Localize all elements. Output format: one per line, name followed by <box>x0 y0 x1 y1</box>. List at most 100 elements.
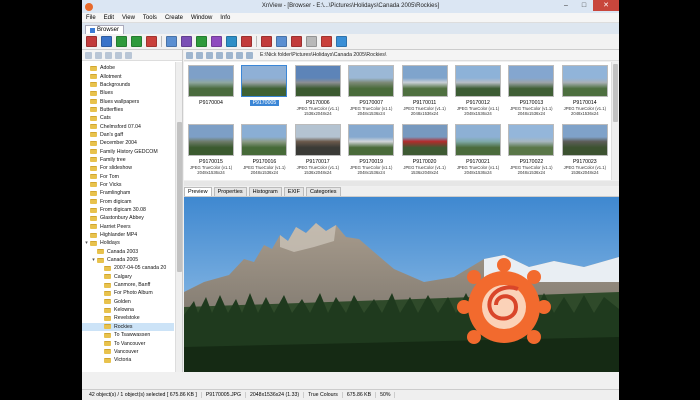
printer-icon[interactable] <box>146 36 157 47</box>
folder-item[interactable]: Vancouver <box>82 348 174 356</box>
thumbnail-item[interactable]: P9170005 <box>239 63 289 123</box>
tab-histogram[interactable]: Histogram <box>248 187 282 196</box>
tag-icon[interactable] <box>236 51 243 59</box>
sort-icon[interactable] <box>216 51 223 59</box>
settings-icon[interactable] <box>321 36 332 47</box>
thumbnail-scrollbar[interactable] <box>611 62 619 180</box>
folder-item[interactable]: Family History GEDCOM <box>82 147 174 155</box>
green-arrow-icon[interactable] <box>131 36 142 47</box>
screen-icon[interactable] <box>276 36 287 47</box>
folder-item[interactable]: Calgary <box>82 273 174 281</box>
menu-create[interactable]: Create <box>165 15 183 21</box>
folder-item[interactable]: Canada 2003 <box>82 248 174 256</box>
close-button[interactable]: ✕ <box>593 0 619 11</box>
folder-item[interactable]: Glastonbury Abbey <box>82 214 174 222</box>
refresh-icon[interactable] <box>115 51 122 59</box>
tab-categories[interactable]: Categories <box>305 187 341 196</box>
folder-item[interactable]: For Photo Album <box>82 289 174 297</box>
folder-item[interactable]: Kelowna <box>82 306 174 314</box>
help-icon[interactable] <box>336 36 347 47</box>
tab-browser[interactable]: Browser <box>85 25 125 34</box>
menu-view[interactable]: View <box>122 15 135 21</box>
menu-tools[interactable]: Tools <box>143 15 157 21</box>
folder-item[interactable]: From digicam 30.08 <box>82 206 174 214</box>
thumbnail-item[interactable]: P9170020 JPEG TrueColor (v1.1) 1536x2048x2… <box>400 122 450 182</box>
thumbnail-item[interactable]: P9170019 JPEG TrueColor (v1.1) 2048x1536x2… <box>346 122 396 182</box>
folder-item[interactable]: December 2004 <box>82 139 174 147</box>
folder-item[interactable]: Canmore, Banff <box>82 281 174 289</box>
menu-info[interactable]: Info <box>220 15 230 21</box>
thumbnail-item[interactable]: P9170015 JPEG TrueColor (v1.1) 2048x1536x2… <box>186 122 236 182</box>
folder-item[interactable]: To Vancouver <box>82 339 174 347</box>
thumbnail-item[interactable]: P9170006 JPEG TrueColor (v1.1) 1536x2048x2… <box>293 63 343 123</box>
folder-item[interactable]: Golden <box>82 298 174 306</box>
expander-icon[interactable]: ▾ <box>91 257 96 263</box>
folder-item[interactable]: Revelstoke <box>82 314 174 322</box>
thumbnail-item[interactable]: P9170017 JPEG TrueColor (v1.1) 1536x2048x2… <box>293 122 343 182</box>
folder-item[interactable]: To Tsawwassen <box>82 331 174 339</box>
list-icon[interactable] <box>181 36 192 47</box>
thumbnail-item[interactable]: P9170022 JPEG TrueColor (v1.1) 2048x1536x2… <box>506 122 556 182</box>
image-icon[interactable] <box>196 36 207 47</box>
folder-item[interactable]: ▾ Holidays <box>82 239 174 247</box>
folder-item[interactable]: 2007-04-05 canada 20 <box>82 264 174 272</box>
menu-window[interactable]: Window <box>191 15 212 21</box>
folder-item[interactable]: Framlingham <box>82 189 174 197</box>
folder-item[interactable]: Allotment <box>82 72 174 80</box>
folder-item[interactable]: Cats <box>82 114 174 122</box>
thumbnail-item[interactable]: P9170004 <box>186 63 236 123</box>
folder-item[interactable]: Harriet Peers <box>82 223 174 231</box>
tab-preview[interactable]: Preview <box>184 187 212 196</box>
back-icon[interactable] <box>85 51 92 59</box>
clock-icon[interactable] <box>306 36 317 47</box>
folder-tree-scroll-thumb[interactable] <box>177 122 182 272</box>
email-icon[interactable] <box>226 36 237 47</box>
thumbnail-scroll-thumb[interactable] <box>613 64 618 122</box>
monitor-icon[interactable] <box>86 36 97 47</box>
tab-properties[interactable]: Properties <box>213 187 247 196</box>
folder-item[interactable]: Rockies <box>82 322 174 331</box>
folder-item[interactable]: From digicam <box>82 198 174 206</box>
folder-item[interactable]: Butterflies <box>82 106 174 114</box>
folder-item[interactable]: Dan's gaff <box>82 131 174 139</box>
thumbnail-item[interactable]: P9170011 JPEG TrueColor (v1.1) 2048x1536x2… <box>400 63 450 123</box>
export-icon[interactable] <box>241 36 252 47</box>
capture-icon[interactable] <box>291 36 302 47</box>
folder-item[interactable]: For Tom <box>82 172 174 180</box>
thumbnail-scroll-track[interactable] <box>611 62 619 180</box>
thumbnail-item[interactable]: P9170007 JPEG TrueColor (v1.1) 2048x1536x2… <box>346 63 396 123</box>
folder-item[interactable]: Blues <box>82 89 174 97</box>
nav-forward-icon[interactable] <box>196 51 203 59</box>
folder-item[interactable]: Highlander MP4 <box>82 231 174 239</box>
folder-item[interactable]: Family tree <box>82 156 174 164</box>
folder-item[interactable]: Victoria <box>82 356 174 364</box>
view-mode-icon[interactable] <box>206 51 213 59</box>
tab-exif[interactable]: EXIF <box>283 187 304 196</box>
folder-item[interactable]: For Vicks <box>82 181 174 189</box>
forward-icon[interactable] <box>95 51 102 59</box>
maximize-button[interactable]: □ <box>575 0 593 11</box>
monitor-icon[interactable] <box>166 36 177 47</box>
thumbnail-item[interactable]: P9170014 JPEG TrueColor (v1.1) 2048x1536x2… <box>560 63 610 123</box>
thumbnail-item[interactable]: P9170023 JPEG TrueColor (v1.1) 1536x2048x2… <box>560 122 610 182</box>
path-field[interactable]: E:\Nick folder\Pictures\Holidays\Canada … <box>260 52 386 58</box>
flag-icon[interactable] <box>101 36 112 47</box>
thumbnail-item[interactable]: P9170021 JPEG TrueColor (v1.1) 2048x1536x2… <box>453 122 503 182</box>
nav-back-icon[interactable] <box>186 51 193 59</box>
up-icon[interactable] <box>105 51 112 59</box>
green-arrow-icon[interactable] <box>116 36 127 47</box>
favorites-icon[interactable] <box>125 51 132 59</box>
favorite-star-icon[interactable] <box>246 51 253 59</box>
menu-edit[interactable]: Edit <box>104 15 114 21</box>
folder-item[interactable]: Adobe <box>82 64 174 72</box>
folder-tree-scrollbar[interactable] <box>175 62 182 372</box>
menu-file[interactable]: File <box>86 15 96 21</box>
filter-icon[interactable] <box>226 51 233 59</box>
slideshow-icon[interactable] <box>261 36 272 47</box>
thumbnail-item[interactable]: P9170012 JPEG TrueColor (v1.1) 2048x1536x2… <box>453 63 503 123</box>
folder-item[interactable]: Blues wallpapers <box>82 97 174 105</box>
expander-icon[interactable]: ▾ <box>84 240 89 246</box>
folder-item[interactable]: Chelmsford 07.04 <box>82 122 174 130</box>
folder-item[interactable]: Backgrounds <box>82 81 174 89</box>
minimize-button[interactable]: – <box>557 0 575 11</box>
